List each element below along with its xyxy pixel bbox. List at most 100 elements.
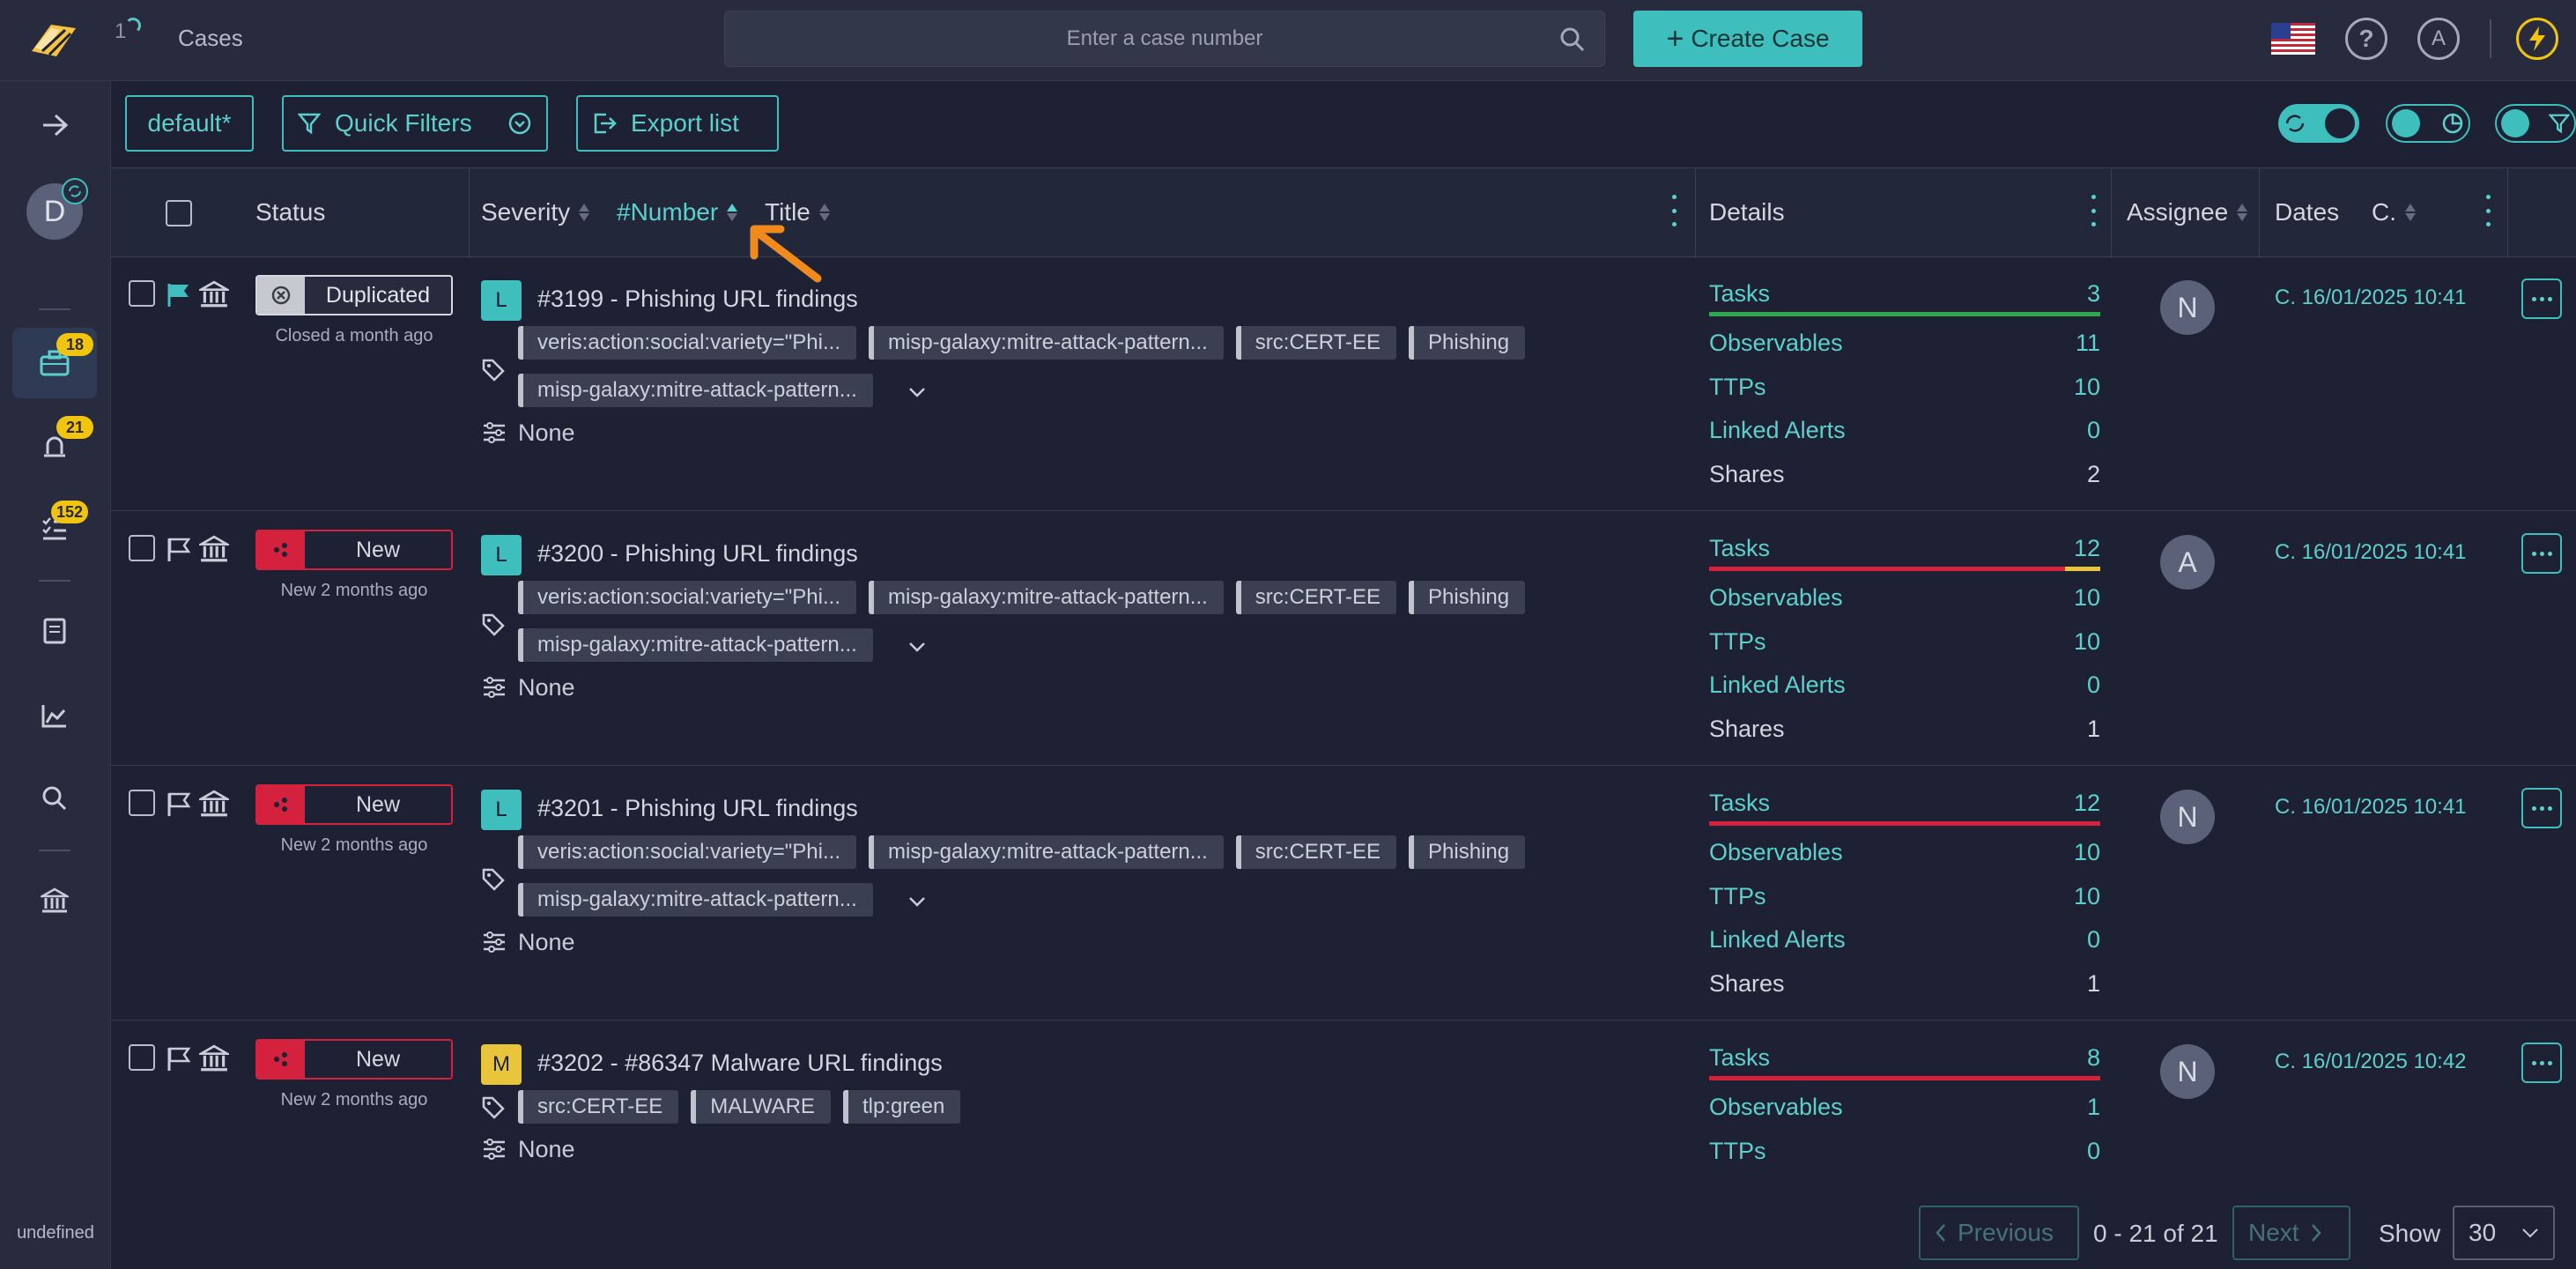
detail-observables[interactable]: Observables 10 — [1709, 839, 2100, 866]
flag-outline-icon[interactable] — [166, 791, 192, 818]
column-created[interactable]: C. — [2372, 198, 2416, 226]
detail-ttps[interactable]: TTPs 10 — [1709, 374, 2100, 401]
tag[interactable]: misp-galaxy:mitre-attack-pattern... — [869, 326, 1224, 360]
sidebar-item-organisation[interactable] — [33, 879, 76, 922]
expand-sidebar-icon[interactable] — [33, 104, 76, 146]
row-actions-button[interactable] — [2521, 533, 2562, 574]
detail-tasks[interactable]: Tasks 12 — [1709, 790, 2100, 817]
assignee-avatar[interactable]: N — [2160, 280, 2215, 335]
tag[interactable]: src:CERT-EE — [1235, 326, 1397, 360]
stats-toggle[interactable] — [2386, 104, 2470, 143]
next-page-button[interactable]: Next — [2232, 1206, 2350, 1260]
detail-ttps[interactable]: TTPs 10 — [1709, 628, 2100, 656]
bank-icon[interactable] — [199, 280, 229, 308]
column-assignee[interactable]: Assignee — [2127, 198, 2248, 226]
detail-observables[interactable]: Observables 10 — [1709, 584, 2100, 612]
case-number-input[interactable] — [725, 11, 1604, 66]
user-avatar[interactable]: A — [2417, 18, 2460, 60]
flag-outline-icon[interactable] — [166, 1046, 192, 1072]
table-row[interactable]: Duplicated Closed a month ago L #3199 - … — [111, 257, 2576, 511]
assignee-avatar[interactable]: N — [2160, 790, 2215, 844]
detail-ttps[interactable]: TTPs 0 — [1709, 1138, 2100, 1165]
thehive-logo-icon[interactable] — [25, 12, 81, 69]
chevron-down-icon[interactable] — [907, 382, 927, 402]
status-badge[interactable]: New — [255, 784, 453, 825]
case-title-link[interactable]: #3200 - Phishing URL findings — [537, 540, 858, 568]
switch-org-icon[interactable] — [62, 178, 88, 204]
tag[interactable]: src:CERT-EE — [1235, 835, 1397, 869]
tag[interactable]: src:CERT-EE — [518, 1090, 679, 1124]
bank-icon[interactable] — [199, 535, 229, 563]
detail-tasks[interactable]: Tasks 12 — [1709, 535, 2100, 562]
tag[interactable]: misp-galaxy:mitre-attack-pattern... — [518, 628, 873, 662]
quick-filters-button[interactable]: Quick Filters — [282, 95, 548, 152]
tag[interactable]: Phishing — [1409, 581, 1526, 614]
case-title-link[interactable]: #3201 - Phishing URL findings — [537, 795, 858, 822]
column-menu-icon[interactable] — [2484, 195, 2491, 226]
detail-linked-alerts[interactable]: Linked Alerts 0 — [1709, 926, 2100, 954]
export-list-button[interactable]: Export list — [576, 95, 779, 152]
breadcrumb-title[interactable]: Cases — [178, 25, 243, 52]
tag[interactable]: misp-galaxy:mitre-attack-pattern... — [518, 883, 873, 916]
detail-ttps[interactable]: TTPs 10 — [1709, 883, 2100, 910]
detail-tasks[interactable]: Tasks 3 — [1709, 280, 2100, 308]
row-actions-button[interactable] — [2521, 278, 2562, 319]
status-badge[interactable]: Duplicated — [255, 275, 453, 315]
bank-icon[interactable] — [199, 1044, 229, 1072]
page-size-select[interactable]: 30 — [2453, 1206, 2555, 1260]
tag[interactable]: veris:action:social:variety="Phi... — [518, 835, 856, 869]
detail-observables[interactable]: Observables 11 — [1709, 330, 2100, 357]
row-checkbox[interactable] — [129, 1044, 155, 1071]
tag[interactable]: tlp:green — [842, 1090, 961, 1124]
tag[interactable]: veris:action:social:variety="Phi... — [518, 581, 856, 614]
column-menu-icon[interactable] — [2090, 195, 2097, 226]
auto-refresh-toggle[interactable] — [2278, 104, 2359, 143]
sidebar-item-dashboards[interactable] — [33, 694, 76, 737]
chevron-down-icon[interactable] — [907, 892, 927, 911]
sidebar-item-knowledge[interactable] — [33, 610, 76, 652]
table-row[interactable]: New New 2 months ago M #3202 - #86347 Ma… — [111, 1021, 2576, 1186]
row-actions-button[interactable] — [2521, 788, 2562, 828]
assignee-avatar[interactable]: A — [2160, 535, 2215, 590]
status-badge[interactable]: New — [255, 1039, 453, 1080]
search-icon[interactable] — [1558, 26, 1587, 54]
row-checkbox[interactable] — [129, 280, 155, 307]
bank-icon[interactable] — [199, 790, 229, 818]
filters-panel-toggle[interactable] — [2495, 104, 2576, 143]
flag-filled-icon[interactable] — [166, 282, 192, 308]
tag[interactable]: MALWARE — [691, 1090, 831, 1124]
tag[interactable]: misp-galaxy:mitre-attack-pattern... — [869, 835, 1224, 869]
row-checkbox[interactable] — [129, 535, 155, 561]
tag[interactable]: misp-galaxy:mitre-attack-pattern... — [869, 581, 1224, 614]
select-all-checkbox[interactable] — [166, 200, 192, 226]
previous-page-button[interactable]: Previous — [1919, 1206, 2079, 1260]
create-case-button[interactable]: + Create Case — [1633, 11, 1862, 67]
sidebar-item-search[interactable] — [33, 777, 76, 820]
assignee-avatar[interactable]: N — [2160, 1044, 2215, 1099]
tag[interactable]: Phishing — [1409, 835, 1526, 869]
column-menu-icon[interactable] — [1670, 195, 1677, 226]
tag[interactable]: src:CERT-EE — [1235, 581, 1397, 614]
column-title[interactable]: Title — [765, 198, 830, 226]
table-row[interactable]: New New 2 months ago L #3201 - Phishing … — [111, 767, 2576, 1020]
help-icon[interactable]: ? — [2345, 18, 2387, 60]
detail-tasks[interactable]: Tasks 8 — [1709, 1044, 2100, 1072]
us-flag-icon[interactable] — [2271, 23, 2315, 55]
tag[interactable]: veris:action:social:variety="Phi... — [518, 326, 856, 360]
tag[interactable]: misp-galaxy:mitre-attack-pattern... — [518, 374, 873, 407]
detail-linked-alerts[interactable]: Linked Alerts 0 — [1709, 672, 2100, 699]
chevron-down-icon[interactable] — [907, 637, 927, 657]
flag-outline-icon[interactable] — [166, 537, 192, 563]
detail-linked-alerts[interactable]: Linked Alerts 0 — [1709, 417, 2100, 444]
bolt-icon[interactable] — [2516, 18, 2558, 60]
table-row[interactable]: New New 2 months ago L #3200 - Phishing … — [111, 512, 2576, 766]
row-checkbox[interactable] — [129, 790, 155, 816]
filter-preset-button[interactable]: default* — [125, 95, 254, 152]
column-severity[interactable]: Severity — [481, 198, 590, 226]
column-number[interactable]: #Number — [617, 198, 738, 226]
status-badge[interactable]: New — [255, 530, 453, 570]
detail-observables[interactable]: Observables 1 — [1709, 1094, 2100, 1121]
case-title-link[interactable]: #3202 - #86347 Malware URL findings — [537, 1050, 943, 1077]
row-actions-button[interactable] — [2521, 1043, 2562, 1083]
case-title-link[interactable]: #3199 - Phishing URL findings — [537, 286, 858, 313]
